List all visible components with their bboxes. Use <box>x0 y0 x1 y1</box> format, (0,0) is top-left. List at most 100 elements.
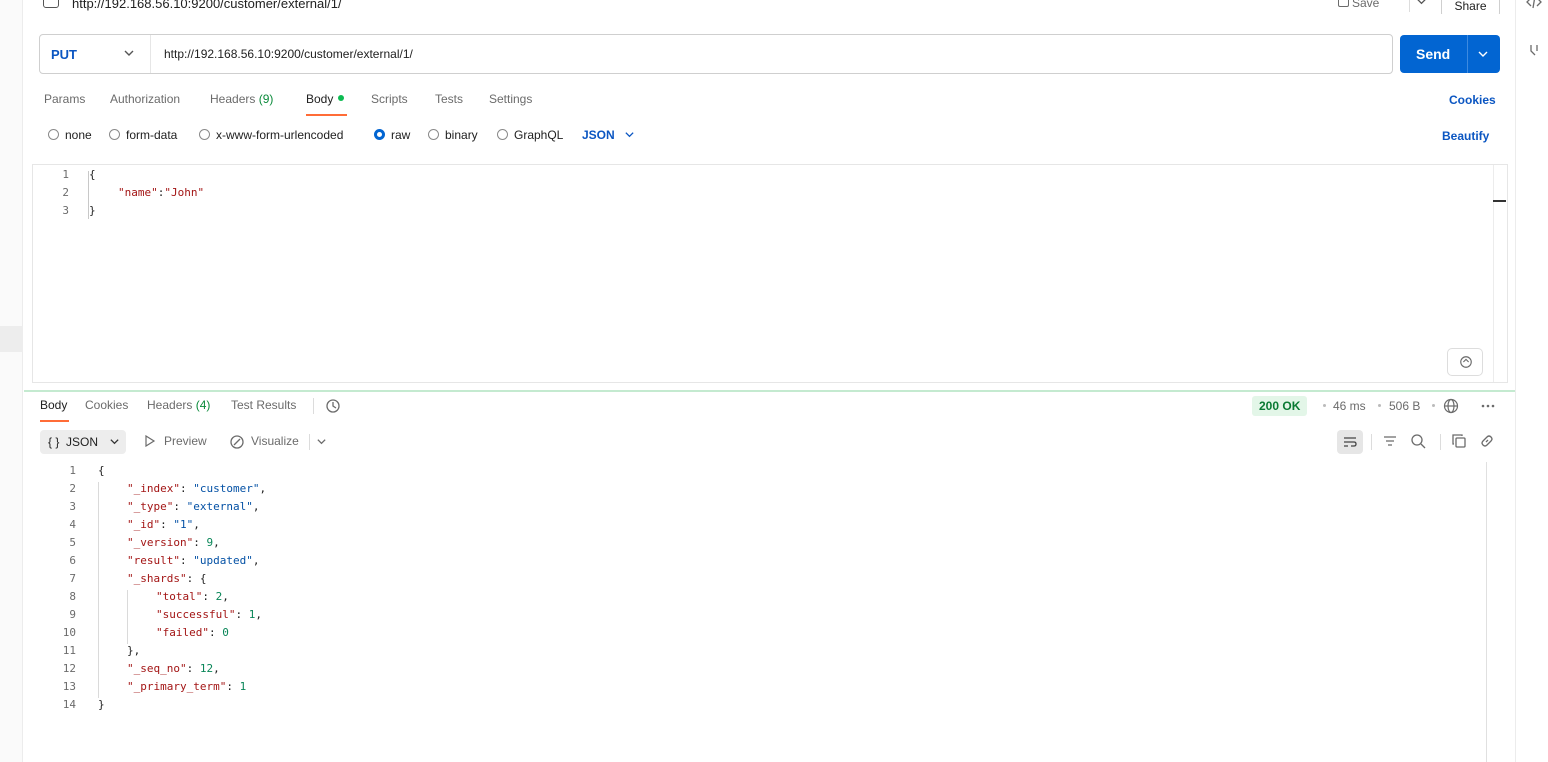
indent-guide <box>98 482 99 698</box>
response-tab-body[interactable]: Body <box>40 398 67 412</box>
ai-assist-button[interactable] <box>1447 348 1483 376</box>
line-number: 5 <box>69 536 76 549</box>
response-size[interactable]: 506 B <box>1389 399 1420 413</box>
line-number: 6 <box>69 554 76 567</box>
json-value: 9 <box>206 536 214 549</box>
chevron-down-icon <box>625 132 634 138</box>
visualize-button[interactable]: Visualize <box>251 434 299 448</box>
json-key: "_type" <box>127 500 174 513</box>
radio <box>497 129 508 140</box>
related-icon[interactable] <box>1526 42 1542 58</box>
code-icon[interactable] <box>1526 0 1542 10</box>
body-option-binary[interactable]: binary <box>428 128 478 142</box>
body-option-raw[interactable]: raw <box>374 128 410 142</box>
save-dropdown-button[interactable] <box>1409 0 1431 12</box>
chevron-down-icon[interactable] <box>316 436 327 447</box>
line-number: 13 <box>62 680 76 693</box>
response-tab-headers[interactable]: Headers (4) <box>147 398 210 412</box>
body-option-urlencoded[interactable]: x-www-form-urlencoded <box>199 128 343 142</box>
globe-icon[interactable] <box>1443 398 1459 414</box>
cookies-link[interactable]: Cookies <box>1449 93 1496 107</box>
play-icon <box>145 435 156 447</box>
format-label: JSON <box>582 128 615 142</box>
code-line: "failed": 0 <box>156 626 229 639</box>
body-option-form-data[interactable]: form-data <box>109 128 177 142</box>
line-number: 3 <box>62 204 69 217</box>
line-number: 4 <box>69 518 76 531</box>
json-key: "result" <box>127 554 180 567</box>
radio <box>199 129 210 140</box>
history-icon[interactable] <box>325 398 341 414</box>
code-line: "_index": "customer", <box>127 482 267 495</box>
preview-button[interactable]: Preview <box>164 434 207 448</box>
separator <box>1440 434 1441 450</box>
json-value: "external" <box>186 500 253 513</box>
share-button[interactable]: Share <box>1441 0 1500 14</box>
more-options-icon[interactable] <box>1480 398 1496 414</box>
body-option-none[interactable]: none <box>48 128 92 142</box>
send-dropdown-icon[interactable] <box>1477 48 1489 60</box>
code-line: "total": 2, <box>156 590 229 603</box>
request-title-bar: http://192.168.56.10:9200/customer/exter… <box>40 0 1510 14</box>
format-label: { } JSON <box>48 435 99 449</box>
left-sidebar <box>0 0 23 762</box>
line-number: 12 <box>62 662 76 675</box>
http-request-icon <box>43 0 59 8</box>
line-number: 10 <box>62 626 76 639</box>
tab-authorization[interactable]: Authorization <box>110 92 180 106</box>
response-tab-test-results[interactable]: Test Results <box>231 398 296 412</box>
option-label: form-data <box>126 128 178 142</box>
copy-icon[interactable] <box>1451 433 1467 449</box>
tab-settings[interactable]: Settings <box>489 92 532 106</box>
option-label: binary <box>445 128 478 142</box>
request-title[interactable]: http://192.168.56.10:9200/customer/exter… <box>72 0 342 11</box>
url-input[interactable]: http://192.168.56.10:9200/customer/exter… <box>164 47 413 61</box>
body-option-graphql[interactable]: GraphQL <box>497 128 563 142</box>
wrap-lines-button[interactable] <box>1337 430 1363 454</box>
beautify-button[interactable]: Beautify <box>1442 129 1489 143</box>
response-time[interactable]: 46 ms <box>1333 399 1366 413</box>
active-tab-underline <box>40 420 69 422</box>
format-value: JSON <box>66 435 99 449</box>
radio <box>48 129 59 140</box>
send-button[interactable]: Send <box>1400 35 1500 73</box>
tab-tests[interactable]: Tests <box>435 92 463 106</box>
separator <box>309 434 310 450</box>
method-select[interactable]: PUT <box>40 35 151 73</box>
json-key: "_shards" <box>127 572 187 585</box>
json-value: 12 <box>199 662 214 675</box>
link-icon[interactable] <box>1479 433 1495 449</box>
save-button[interactable]: Save <box>1352 0 1379 10</box>
response-scrollbar[interactable] <box>1486 462 1487 762</box>
wrap-icon <box>1344 437 1357 447</box>
option-label: none <box>65 128 92 142</box>
response-format-select[interactable]: { } JSON <box>40 430 126 454</box>
tab-scripts[interactable]: Scripts <box>371 92 408 106</box>
scroll-cursor-marker <box>1493 200 1506 202</box>
send-label: Send <box>1416 46 1451 62</box>
search-icon[interactable] <box>1410 433 1426 449</box>
code-line: "_shards": { <box>127 572 207 585</box>
line-number: 14 <box>62 698 76 711</box>
radio <box>109 129 120 140</box>
tab-body[interactable]: Body <box>306 92 345 106</box>
filter-icon[interactable] <box>1382 433 1398 449</box>
response-body-viewer[interactable]: 1 {2 "_index": "customer", 3 "_type": "exter… <box>40 462 1480 762</box>
editor-scrollbar[interactable] <box>1493 165 1507 382</box>
line-number: 1 <box>62 168 69 181</box>
tab-headers-count: (9) <box>258 92 274 106</box>
tab-params[interactable]: Params <box>44 92 85 106</box>
line-number: 11 <box>62 644 76 657</box>
json-key: "_id" <box>127 518 161 531</box>
body-format-select[interactable]: JSON <box>582 128 635 142</box>
request-body-editor[interactable]: 1 2 3 { "name":"John" } <box>32 164 1508 383</box>
sidebar-selected-item[interactable] <box>0 326 23 352</box>
response-tab-cookies[interactable]: Cookies <box>85 398 128 412</box>
response-divider[interactable] <box>24 390 1515 392</box>
tab-headers[interactable]: Headers (9) <box>210 92 273 106</box>
tab-headers-label: Headers <box>210 92 256 106</box>
meta-separator-dot <box>1378 404 1381 407</box>
line-number: 7 <box>69 572 76 585</box>
indent-guide <box>127 590 128 644</box>
status-badge[interactable]: 200 OK <box>1252 396 1308 416</box>
